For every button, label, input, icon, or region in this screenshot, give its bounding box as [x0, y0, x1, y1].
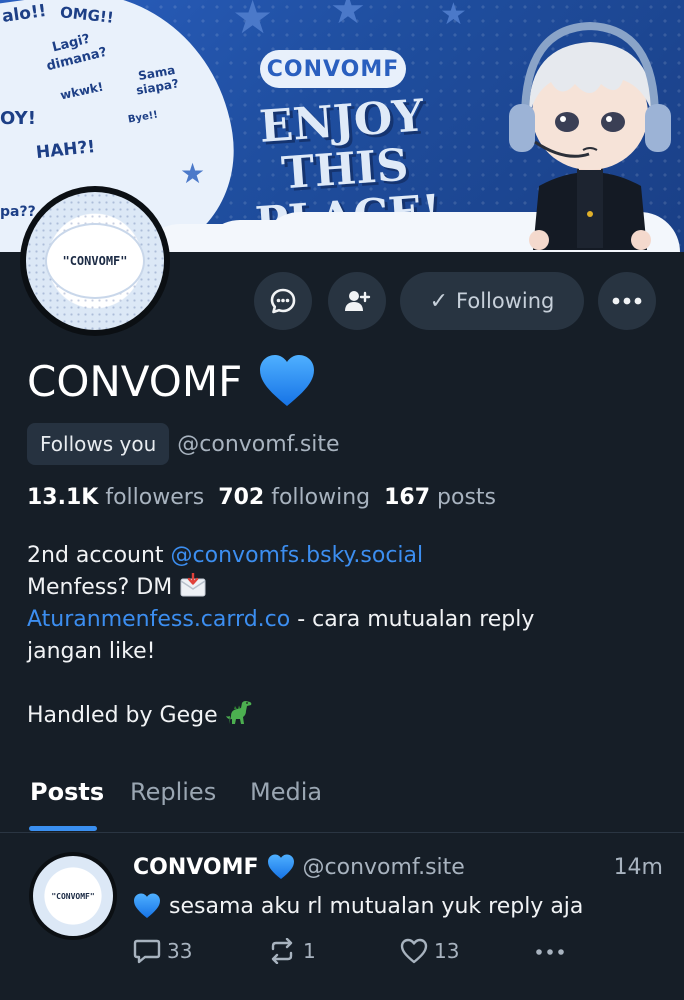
- profile-handle: @convomf.site: [177, 431, 340, 457]
- person-plus-icon: [345, 291, 371, 311]
- bio-mention-link[interactable]: @convomfs.bsky.social: [171, 543, 424, 568]
- incoming-envelope-icon: [180, 573, 206, 597]
- bio-line: jangan like!: [27, 636, 667, 668]
- bio-line: Handled by Gege: [27, 700, 667, 732]
- following-stat[interactable]: 702 following: [218, 485, 370, 510]
- banner-character-illustration: [509, 21, 671, 250]
- like-count: 13: [434, 939, 460, 963]
- following-button[interactable]: ✓ Following: [400, 272, 584, 330]
- heart-outline-icon: [400, 938, 428, 964]
- bio-text: 2nd account: [27, 543, 171, 568]
- blue-heart-icon: [134, 893, 160, 919]
- reply-bubble-icon: [133, 939, 161, 964]
- following-button-label: Following: [456, 289, 555, 313]
- profile-stats: 13.1K followers 702 following 167 posts: [27, 485, 496, 510]
- post-text: sesama aku rl mutualan yuk reply aja: [169, 893, 584, 919]
- post-header: CONVOMF @convomf.site 14m: [133, 854, 663, 880]
- profile-tabs: Posts Replies Media: [0, 770, 684, 833]
- repost-button[interactable]: 1: [267, 938, 316, 964]
- following-count: 702: [218, 485, 265, 510]
- star-icon: ★: [330, 0, 366, 33]
- followers-label: followers: [105, 485, 205, 510]
- like-button[interactable]: 13: [400, 938, 459, 964]
- ellipsis-icon: [536, 949, 564, 955]
- bio-text: jangan like!: [27, 639, 156, 664]
- dinosaur-icon: [225, 701, 251, 724]
- reply-count: 33: [167, 939, 193, 963]
- profile-display-name: CONVOMF: [27, 354, 316, 408]
- post-more-button[interactable]: [535, 948, 565, 956]
- posts-stat: 167 posts: [384, 485, 496, 510]
- post-avatar-image: "CONVOMF": [33, 856, 113, 936]
- bio-line: Aturanmenfess.carrd.co - cara mutualan r…: [27, 604, 667, 636]
- avatar-image: "CONVOMF": [26, 192, 164, 330]
- post-avatar-text: "CONVOMF": [51, 891, 95, 901]
- blue-heart-icon: [267, 854, 294, 880]
- tab-posts[interactable]: Posts: [30, 778, 104, 806]
- message-button[interactable]: [254, 272, 312, 330]
- blue-heart-icon: [260, 355, 315, 406]
- repost-icon: [271, 938, 293, 964]
- avatar-text: "CONVOMF": [62, 254, 128, 268]
- post-actions: 33 1 13: [133, 938, 573, 970]
- bio-website-link[interactable]: Aturanmenfess.carrd.co: [27, 607, 290, 632]
- ellipsis-icon: [612, 297, 642, 305]
- bio-text: Handled by Gege: [27, 703, 218, 728]
- post-author-avatar[interactable]: "CONVOMF": [29, 852, 117, 940]
- display-name-text: CONVOMF: [27, 356, 243, 406]
- bio-text: - cara mutualan reply: [290, 607, 535, 632]
- more-options-button[interactable]: [598, 272, 656, 330]
- bio-line: Menfess? DM: [27, 572, 667, 604]
- followers-stat[interactable]: 13.1K followers: [27, 485, 204, 510]
- active-tab-indicator: [29, 826, 97, 831]
- post-timestamp[interactable]: 14m: [614, 855, 663, 880]
- star-icon: ★: [440, 0, 467, 32]
- followers-count: 13.1K: [27, 485, 99, 510]
- check-icon: ✓: [429, 288, 449, 314]
- post-body[interactable]: sesama aku rl mutualan yuk reply aja: [133, 893, 663, 919]
- repost-count: 1: [303, 939, 316, 963]
- avatar-speech-bubble: "CONVOMF": [47, 225, 143, 297]
- bio-text: Menfess? DM: [27, 575, 173, 600]
- profile-bio: 2nd account @convomfs.bsky.social Menfes…: [27, 540, 667, 732]
- banner-brand-text: CONVOMF: [266, 56, 400, 82]
- tab-replies[interactable]: Replies: [130, 778, 216, 806]
- following-label: following: [271, 485, 371, 510]
- chat-bubble-icon: [270, 288, 296, 314]
- bio-line: 2nd account @convomfs.bsky.social: [27, 540, 667, 572]
- doodle-text: OY!: [0, 108, 36, 129]
- profile-avatar[interactable]: "CONVOMF": [20, 186, 170, 336]
- reply-button[interactable]: 33: [133, 938, 192, 964]
- banner-brand-pill: CONVOMF: [260, 50, 406, 88]
- posts-count: 167: [384, 485, 431, 510]
- follows-you-badge: Follows you: [27, 423, 170, 465]
- tab-media[interactable]: Media: [250, 778, 322, 806]
- add-to-list-button[interactable]: [328, 272, 386, 330]
- post-author-handle[interactable]: @convomf.site: [303, 855, 465, 880]
- handle-row: Follows you @convomf.site: [27, 423, 340, 465]
- post-author-name[interactable]: CONVOMF: [133, 855, 259, 880]
- posts-label: posts: [437, 485, 497, 510]
- star-icon: ★: [232, 0, 274, 44]
- bio-spacer: [27, 668, 667, 700]
